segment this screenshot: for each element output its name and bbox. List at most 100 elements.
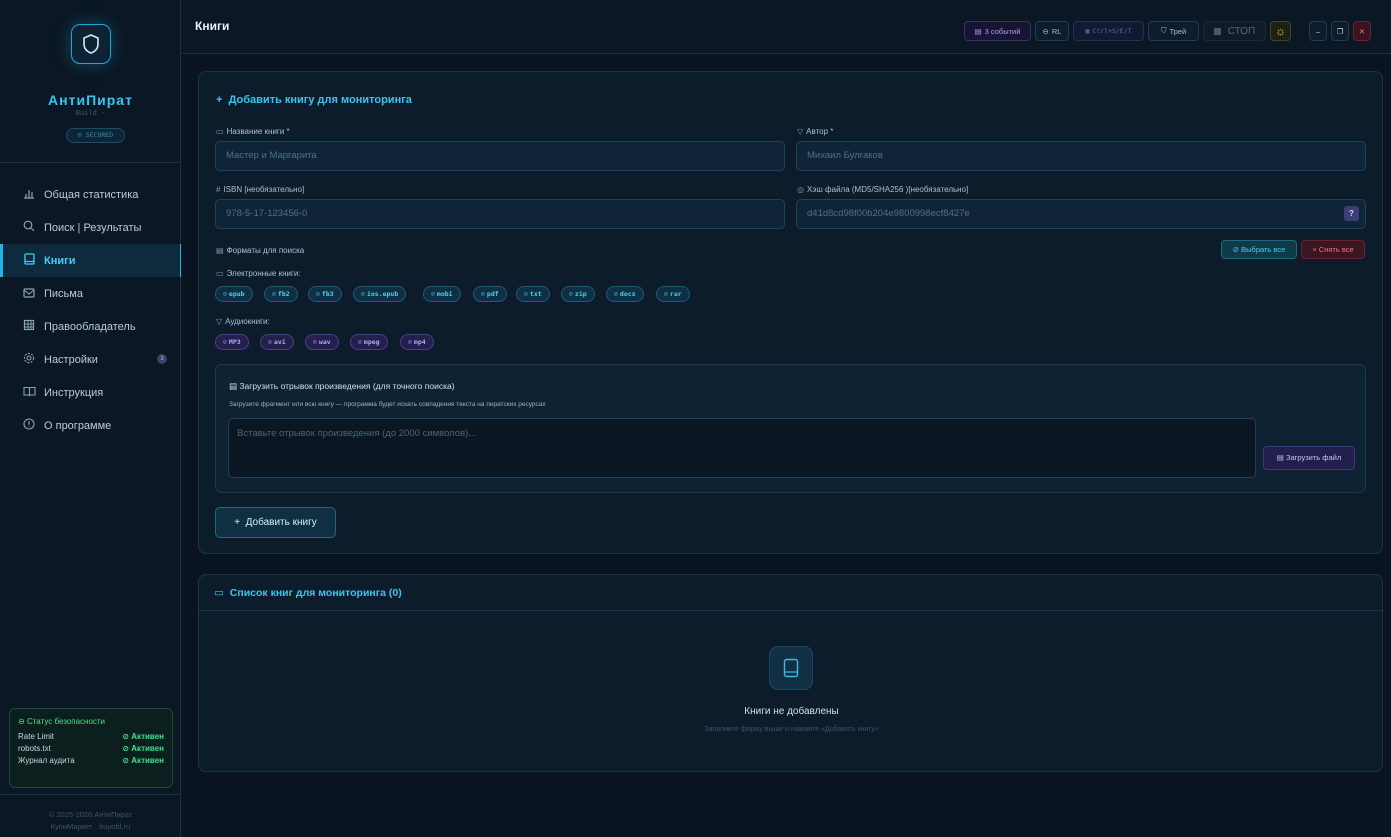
author-input[interactable]: Михаил Булгаков <box>796 141 1366 171</box>
format-chip-pdf[interactable]: ⊘ pdf <box>473 286 507 302</box>
format-chip-label: txt <box>529 290 542 298</box>
format-chip-ios-epub[interactable]: ⊘ ios.epub <box>353 286 407 302</box>
events-button[interactable]: ▤ 3 событий <box>964 21 1031 41</box>
format-chip-mpeg[interactable]: ⊘ mpeg <box>350 334 388 350</box>
book-name-input[interactable]: Мастер и Маргарита <box>215 141 785 171</box>
sidebar-item-about[interactable]: О программе <box>0 409 181 442</box>
security-row-name: Rate Limit <box>18 732 55 741</box>
upload-file-label: Загрузить файл <box>1285 453 1342 462</box>
document-icon: ▤ <box>229 381 238 391</box>
fragment-subtitle: Загрузите фрагмент или всю книгу — прогр… <box>229 401 546 408</box>
check-circle-icon: ⊘ <box>272 290 276 298</box>
format-chip-zip[interactable]: ⊘ zip <box>561 286 595 302</box>
security-row-value: Активен <box>131 744 164 753</box>
check-circle-icon: ⊘ <box>316 290 320 298</box>
clear-all-button[interactable]: × Снять все <box>1301 240 1365 259</box>
plus-icon: + <box>216 94 223 106</box>
format-chip-wav[interactable]: ⊘ wav <box>305 334 339 350</box>
filter-icon: ▽ <box>797 127 804 136</box>
format-chip-rar[interactable]: ⊘ rar <box>656 286 690 302</box>
sidebar-item-letters[interactable]: Письма <box>0 277 181 310</box>
rate-limit-label: RL <box>1051 26 1062 36</box>
select-all-label: Выбрать все <box>1241 245 1286 254</box>
minimize-icon[interactable]: – <box>1309 21 1327 41</box>
sidebar-item-label: Письма <box>44 287 83 300</box>
format-chip-label: docx <box>619 290 636 298</box>
format-chip-fb3[interactable]: ⊘ fb3 <box>308 286 342 302</box>
format-chip-mp4[interactable]: ⊘ mp4 <box>400 334 434 350</box>
book-icon: ▭ <box>216 127 224 136</box>
select-all-button[interactable]: ⊘ Выбрать все <box>1221 240 1297 259</box>
format-chip-mp3[interactable]: ⊘ MP3 <box>215 334 249 350</box>
clear-all-label: Снять все <box>1318 245 1354 254</box>
security-row: robots.txt ⊘ Активен <box>18 743 164 755</box>
hotkeys-label: Ctrl+S/E/T <box>1092 27 1132 35</box>
sidebar: АнтиПират Build - ⊖ SECURED Общая статис… <box>0 0 181 837</box>
lock-icon: ⊖ <box>1042 26 1049 36</box>
sidebar-item-label: О программе <box>44 419 112 432</box>
empty-state-title: Книги не добавлены <box>744 706 839 717</box>
check-circle-icon: ⊘ <box>664 290 668 298</box>
format-chip-docx[interactable]: ⊘ docx <box>606 286 644 302</box>
fragment-textarea[interactable]: Вставьте отрывок произведения (до 2000 с… <box>228 418 1256 478</box>
app-name: АнтиПират <box>48 92 133 108</box>
format-chip-txt[interactable]: ⊘ txt <box>516 286 550 302</box>
security-row-value: Активен <box>131 756 164 765</box>
fingerprint-icon: ◎ <box>797 185 804 194</box>
gear-icon <box>22 352 36 367</box>
book-list-title: ▭ Список книг для мониторинга (0) <box>214 587 402 599</box>
hash-help-button[interactable]: ? <box>1344 206 1359 221</box>
sidebar-item-search[interactable]: Поиск | Результаты <box>0 211 181 244</box>
sidebar-item-instructions[interactable]: Инструкция <box>0 376 181 409</box>
close-icon[interactable]: ✕ <box>1353 21 1371 41</box>
sidebar-nav: Общая статистика Поиск | Результаты Книг… <box>0 178 181 442</box>
format-chip-fb2[interactable]: ⊘ fb2 <box>264 286 298 302</box>
sidebar-item-label: Книги <box>44 254 76 267</box>
sidebar-item-label: Правообладатель <box>44 320 136 333</box>
book-icon <box>22 253 36 268</box>
isbn-label: # ISBN [необязательно] <box>216 185 304 194</box>
hotkeys-button[interactable]: ▦ Ctrl+S/E/T <box>1073 21 1144 41</box>
info-icon <box>22 418 36 433</box>
sidebar-item-label: Поиск | Результаты <box>44 221 142 234</box>
add-book-title-text: Добавить книгу для мониторинга <box>228 94 412 106</box>
check-circle-icon: ⊘ <box>313 338 317 346</box>
add-book-button[interactable]: + Добавить книгу <box>215 507 336 538</box>
x-icon: × <box>1312 245 1317 254</box>
check-circle-icon: ⊘ <box>223 290 227 298</box>
format-chip-label: zip <box>574 290 587 298</box>
check-circle-icon: ⊘ <box>408 338 412 346</box>
format-chip-mobi[interactable]: ⊘ mobi <box>423 286 461 302</box>
format-chip-epub[interactable]: ⊘ epub <box>215 286 253 302</box>
security-row-name: robots.txt <box>18 744 51 753</box>
upload-file-button[interactable]: ▤ Загрузить файл <box>1263 446 1355 470</box>
tray-button[interactable]: ⛉ Трей <box>1148 21 1199 41</box>
format-chip-label: mpeg <box>363 338 380 346</box>
secured-badge: ⊖ SECURED <box>66 128 125 143</box>
top-bar: Книги ▤ 3 событий ⊖ RL ▦ Ctrl+S/E/T ⛉ Трей С… <box>181 0 1391 54</box>
book-name-label-text: Название книги * <box>226 127 290 136</box>
check-circle-icon: ⊘ <box>614 290 618 298</box>
ebooks-label: ▭ Электронные книги: <box>216 269 301 278</box>
rate-limit-button[interactable]: ⊖ RL <box>1035 21 1069 41</box>
sidebar-item-books[interactable]: Книги <box>0 244 181 277</box>
sidebar-item-statistics[interactable]: Общая статистика <box>0 178 181 211</box>
document-icon: ▤ <box>1276 453 1284 462</box>
format-chip-label: fb3 <box>321 290 334 298</box>
check-circle-icon: ⊘ <box>524 290 528 298</box>
theme-toggle-sun-icon[interactable]: ☼ <box>1270 21 1291 41</box>
sidebar-item-rightsholder[interactable]: Правообладатель <box>0 310 181 343</box>
fragment-title: ▤ Загрузить отрывок произведения (для то… <box>229 381 455 392</box>
check-circle-icon: ⊘ <box>569 290 573 298</box>
add-book-label: Добавить книгу <box>245 517 317 528</box>
format-chip-label: epub <box>228 290 245 298</box>
stop-button[interactable]: СТОП <box>1203 21 1266 41</box>
format-chip-avi[interactable]: ⊘ avi <box>260 334 294 350</box>
hash-input[interactable]: d41d8cd98f00b204e9800998ecf8427e ? <box>796 199 1366 229</box>
isbn-input[interactable]: 978-5-17-123456-0 <box>215 199 785 229</box>
maximize-icon[interactable]: ❐ <box>1331 21 1349 41</box>
footer-link[interactable]: КупиМаркет · buyofd.ru <box>0 821 181 833</box>
check-circle-icon: ⊘ <box>481 290 485 298</box>
sidebar-item-settings[interactable]: Настройки 3 <box>0 343 181 376</box>
settings-badge: 3 <box>157 354 167 364</box>
